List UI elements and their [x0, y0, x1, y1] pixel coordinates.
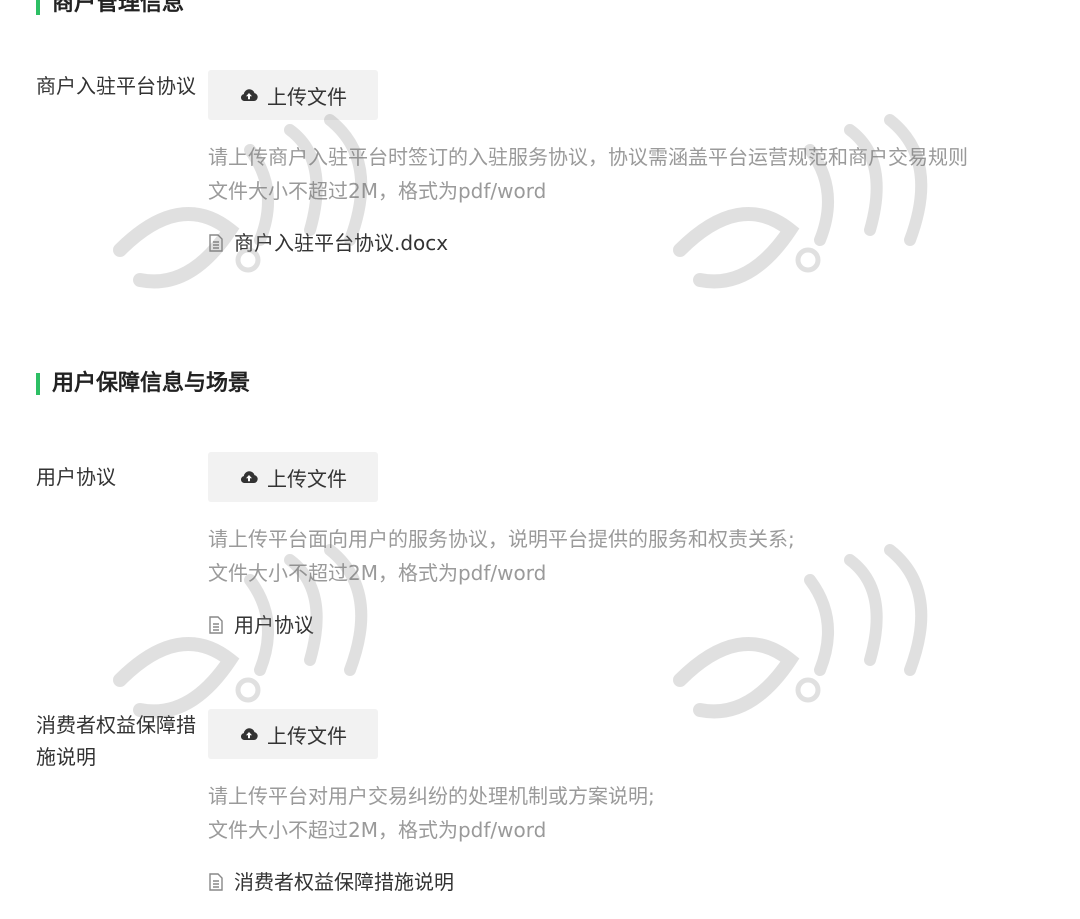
- section-accent-bar: [36, 0, 40, 15]
- upload-hint-format: 文件大小不超过2M，格式为pdf/word: [208, 818, 547, 842]
- uploaded-file-name: 用户协议: [234, 613, 314, 637]
- document-icon: [208, 873, 224, 891]
- section-title-text: 用户保障信息与场景: [52, 371, 251, 396]
- upload-file-button[interactable]: 上传文件: [208, 709, 378, 759]
- upload-hint-format: 文件大小不超过2M，格式为pdf/word: [208, 179, 547, 203]
- section-title-user: 用户保障信息与场景: [36, 370, 250, 398]
- field-label: 用户协议: [36, 465, 116, 489]
- document-icon: [208, 234, 224, 252]
- field-merchant-agreement: 商户入驻平台协议 上传文件 请上传商户入驻平台时签订的入驻服务协议，协议需涵盖平…: [36, 70, 1066, 270]
- field-user-agreement: 用户协议 上传文件 请上传平台面向用户的服务协议，说明平台提供的服务和权责关系;…: [36, 452, 1066, 642]
- cloud-upload-icon: [239, 87, 259, 103]
- section-title-text: 商户管理信息: [52, 0, 185, 16]
- upload-hint-format: 文件大小不超过2M，格式为pdf/word: [208, 561, 547, 585]
- upload-hint-line: 请上传平台面向用户的服务协议，说明平台提供的服务和权责关系;: [208, 527, 795, 551]
- upload-hint-line: 请上传平台对用户交易纠纷的处理机制或方案说明;: [208, 784, 655, 808]
- uploaded-file-name: 商户入驻平台协议.docx: [234, 231, 449, 255]
- uploaded-file-item[interactable]: 用户协议: [208, 610, 314, 640]
- field-consumer-protection: 消费者权益保障措施说明 上传文件 请上传平台对用户交易纠纷的处理机制或方案说明;…: [36, 709, 1066, 909]
- uploaded-file-item[interactable]: 商户入驻平台协议.docx: [208, 228, 448, 258]
- cloud-upload-icon: [239, 469, 259, 485]
- field-label: 商户入驻平台协议: [36, 74, 196, 98]
- uploaded-file-name: 消费者权益保障措施说明: [234, 870, 454, 894]
- cloud-upload-icon: [239, 726, 259, 742]
- section-accent-bar: [36, 373, 40, 395]
- upload-hint-line: 请上传商户入驻平台时签订的入驻服务协议，协议需涵盖平台运营规范和商户交易规则: [208, 145, 968, 169]
- document-icon: [208, 616, 224, 634]
- page: 商户管理信息 商户入驻平台协议 上传文件 请上传商户入驻平台时签订的入驻服务协议…: [0, 0, 1080, 919]
- upload-file-button[interactable]: 上传文件: [208, 452, 378, 502]
- uploaded-file-item[interactable]: 消费者权益保障措施说明: [208, 867, 454, 897]
- upload-file-label: 上传文件: [267, 723, 347, 748]
- section-title-merchant: 商户管理信息: [36, 0, 184, 18]
- upload-file-label: 上传文件: [267, 466, 347, 491]
- field-label: 消费者权益保障措施说明: [36, 713, 196, 769]
- upload-file-button[interactable]: 上传文件: [208, 70, 378, 120]
- upload-file-label: 上传文件: [267, 84, 347, 109]
